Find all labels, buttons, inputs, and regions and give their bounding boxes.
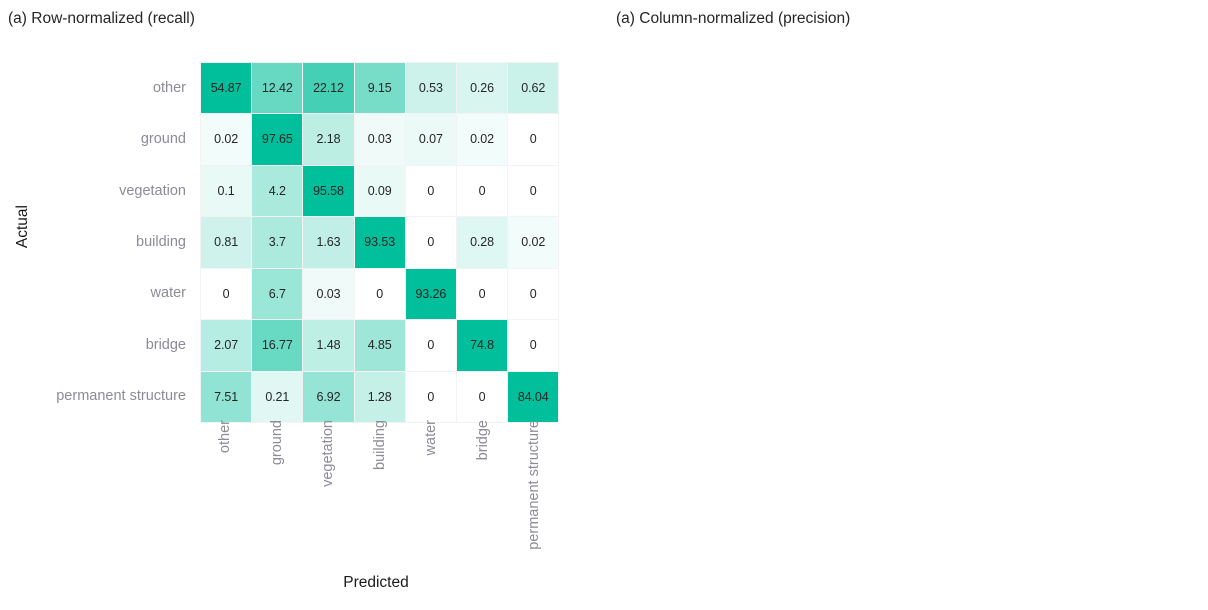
heatmap-cell: 0.09 xyxy=(354,165,405,217)
heatmap-cell: 54.87 xyxy=(201,63,252,114)
heatmap-cell: 0 xyxy=(508,320,559,371)
heatmap-cell: 0 xyxy=(456,371,508,423)
panel-title-column-normalized: (a) Column-normalized (precision) xyxy=(616,10,851,27)
heatmap-cell: 74.8 xyxy=(456,320,508,371)
heatmap-cell: 2.18 xyxy=(303,114,354,165)
heatmap-cell: 2.07 xyxy=(201,320,252,371)
y-tick-label: ground xyxy=(140,131,186,148)
heatmap-cell: 1.63 xyxy=(303,217,354,268)
y-tick-label: other xyxy=(152,79,186,96)
heatmap-cell: 0.28 xyxy=(456,217,508,268)
heatmap-cell: 0 xyxy=(354,268,405,320)
heatmap-cell: 0.03 xyxy=(354,114,405,165)
heatmap-cell: 6.7 xyxy=(252,268,303,320)
heatmap-cell: 0.02 xyxy=(201,114,252,165)
heatmap-cell: 84.04 xyxy=(508,371,559,423)
heatmap-cell: 0 xyxy=(405,371,456,423)
heatmap-cell: 0 xyxy=(508,114,559,165)
heatmap-cell: 0 xyxy=(508,165,559,217)
heatmap-cell: 0 xyxy=(405,320,456,371)
panel-title-row-normalized: (a) Row-normalized (recall) xyxy=(8,10,195,27)
heatmap-cell: 97.65 xyxy=(252,114,303,165)
heatmap-cell: 0.02 xyxy=(456,114,508,165)
heatmap-cell: 0.07 xyxy=(405,114,456,165)
heatmap-cell: 95.58 xyxy=(303,165,354,217)
heatmap-cell: 16.77 xyxy=(252,320,303,371)
y-tick-label: bridge xyxy=(145,336,186,353)
heatmap-cell: 4.2 xyxy=(252,165,303,217)
heatmap-cell: 0.02 xyxy=(508,217,559,268)
heatmap-cell: 0.26 xyxy=(456,63,508,114)
y-tick-label: water xyxy=(150,285,186,302)
heatmap-cell: 0 xyxy=(405,165,456,217)
heatmap-cell: 22.12 xyxy=(303,63,354,114)
heatmap-cell: 0 xyxy=(508,268,559,320)
heatmap-cell: 0.03 xyxy=(303,268,354,320)
heatmap-cell: 0.21 xyxy=(252,371,303,423)
heatmap-cell: 93.26 xyxy=(405,268,456,320)
heatmap-cell: 1.48 xyxy=(303,320,354,371)
y-tick-label: vegetation xyxy=(119,182,186,199)
heatmap-cell: 0 xyxy=(456,165,508,217)
heatmap-cell: 3.7 xyxy=(252,217,303,268)
x-axis-title-left: Predicted xyxy=(343,574,409,591)
y-tick-label: building xyxy=(136,234,186,251)
heatmap-cell: 0.53 xyxy=(405,63,456,114)
heatmap-cell: 6.92 xyxy=(303,371,354,423)
heatmap-cell: 7.51 xyxy=(201,371,252,423)
heatmap-cell: 1.28 xyxy=(354,371,405,423)
y-tick-labels-left: other ground vegetation building water bridge… xyxy=(4,62,194,422)
y-tick-label: permanent structure xyxy=(56,388,186,405)
heatmap-grid-row-normalized: 54.87 12.42 22.12 9.15 0.53 0.26 0.62 0.02 97.65… xyxy=(200,62,560,424)
heatmap-cell: 0 xyxy=(405,217,456,268)
heatmap-cell: 0.81 xyxy=(201,217,252,268)
heatmap-cell: 4.85 xyxy=(354,320,405,371)
heatmap-cell: 0.1 xyxy=(201,165,252,217)
panel-column-normalized: (a) Column-normalized (precision) Actual… xyxy=(604,0,1208,610)
heatmap-cell: 12.42 xyxy=(252,63,303,114)
heatmap-cell: 9.15 xyxy=(354,63,405,114)
heatmap-cell: 93.53 xyxy=(354,217,405,268)
panel-row-normalized: (a) Row-normalized (recall) Actual other… xyxy=(0,0,604,610)
heatmap-cell: 0 xyxy=(201,268,252,320)
heatmap-cell: 0 xyxy=(456,268,508,320)
heatmap-cell: 0.62 xyxy=(508,63,559,114)
